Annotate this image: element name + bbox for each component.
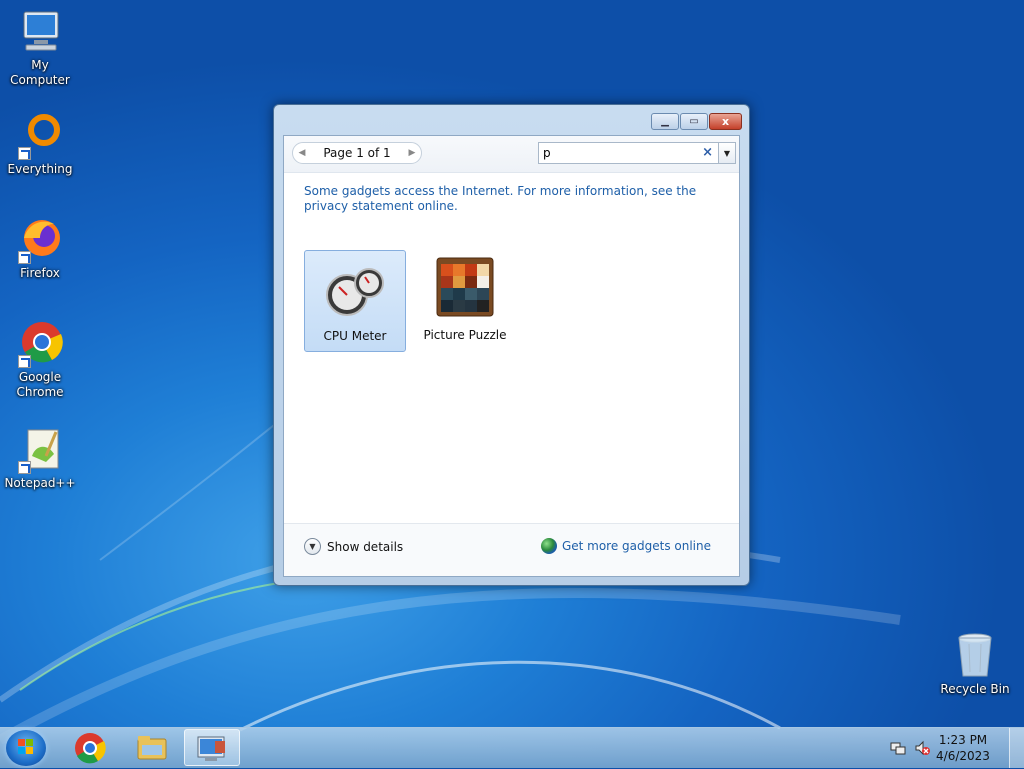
cpu-meter-icon: [323, 257, 387, 321]
desktop-icon-everything[interactable]: Everything: [0, 112, 80, 177]
desktop-icon-label: Google Chrome: [16, 370, 64, 399]
desktop-icon-firefox[interactable]: Firefox: [0, 216, 80, 281]
globe-icon: [540, 538, 557, 554]
clock-time: 1:23 PM: [938, 733, 988, 747]
minimize-button[interactable]: ▁: [651, 113, 679, 130]
clock-date: 4/6/2023: [936, 749, 990, 763]
folder-icon: [137, 735, 167, 759]
system-tray: 1:23 PM 4/6/2023: [884, 728, 1024, 768]
gadget-tile-cpu-meter[interactable]: CPU Meter: [304, 250, 406, 352]
chevron-left-icon: ◀: [298, 148, 306, 158]
show-desktop-button[interactable]: [1009, 728, 1024, 768]
network-icon[interactable]: [890, 740, 906, 759]
page-navigator: ◀ Page 1 of 1 ▶: [292, 142, 422, 164]
computer-icon: [16, 8, 64, 56]
gadget-name: CPU Meter: [323, 329, 387, 343]
privacy-info-link[interactable]: Some gadgets access the Internet. For mo…: [304, 184, 724, 214]
desktop-icon-notepad-plus-plus[interactable]: Notepad++: [0, 426, 80, 491]
desktop-icon-google-chrome[interactable]: Google Chrome: [0, 320, 80, 400]
desktop-icon-label: Everything: [7, 162, 73, 176]
firefox-icon: [16, 216, 64, 264]
search-dropdown-button[interactable]: ▼: [718, 143, 735, 163]
desktop-icon-label: My Computer: [10, 58, 70, 87]
gallery-client-area: ◀ Page 1 of 1 ▶ × ▼ Some gadgets access …: [283, 135, 740, 577]
desktop-icon-my-computer[interactable]: My Computer: [0, 8, 80, 88]
desktop-icon-label: Recycle Bin: [940, 682, 1010, 696]
recycle-bin-icon: [951, 632, 999, 680]
maximize-icon: ▭: [689, 116, 699, 127]
taskbar-clock[interactable]: 1:23 PM 4/6/2023: [928, 732, 998, 764]
shortcut-arrow-icon: [18, 355, 31, 368]
maximize-button[interactable]: ▭: [680, 113, 708, 130]
get-more-gadgets-link[interactable]: Get more gadgets online: [540, 538, 711, 554]
next-page-button[interactable]: ▶: [403, 144, 421, 162]
close-button[interactable]: x: [709, 113, 742, 130]
chrome-icon: [75, 732, 106, 763]
minimize-icon: ▁: [661, 116, 669, 127]
gallery-footer: ▼ Show details Get more gadgets online: [284, 523, 739, 576]
taskbar: 1:23 PM 4/6/2023: [0, 727, 1024, 768]
show-details-toggle[interactable]: ▼ Show details: [304, 538, 403, 555]
everything-icon: [16, 112, 64, 160]
window-caption-buttons: ▁ ▭ x: [651, 113, 742, 130]
desktop-icon-label: Notepad++: [4, 476, 76, 490]
desktop-icon-label: Firefox: [20, 266, 60, 280]
shortcut-arrow-icon: [18, 461, 31, 474]
shortcut-arrow-icon: [18, 251, 31, 264]
picture-puzzle-icon: [433, 256, 497, 320]
gadget-gallery-window: ▁ ▭ x ◀ Page 1 of 1 ▶ × ▼ Some gadgets a…: [273, 104, 750, 586]
gadget-name: Picture Puzzle: [423, 328, 507, 342]
previous-page-button[interactable]: ◀: [293, 144, 311, 162]
desktop-icon-recycle-bin[interactable]: Recycle Bin: [935, 632, 1015, 697]
taskbar-chrome-button[interactable]: [62, 729, 118, 766]
close-icon: x: [721, 115, 730, 128]
gallery-toolbar: ◀ Page 1 of 1 ▶ × ▼: [284, 136, 739, 173]
start-button[interactable]: [6, 730, 46, 766]
chevron-right-icon: ▶: [408, 148, 416, 158]
search-box: × ▼: [538, 142, 736, 164]
shortcut-arrow-icon: [18, 147, 31, 160]
taskbar-explorer-button[interactable]: [124, 729, 180, 766]
clear-search-icon[interactable]: ×: [702, 145, 713, 160]
page-indicator: Page 1 of 1: [323, 146, 391, 160]
taskbar-gadgets-button[interactable]: [184, 729, 240, 766]
search-input[interactable]: [543, 145, 693, 161]
gadgets-window-icon: [197, 736, 225, 761]
gadget-tile-picture-puzzle[interactable]: Picture Puzzle: [414, 250, 516, 352]
notepad-plus-plus-icon: [16, 426, 64, 474]
windows-logo-icon: [18, 739, 33, 754]
get-more-gadgets-label: Get more gadgets online: [561, 539, 711, 553]
chevron-down-icon: ▼: [723, 148, 731, 158]
chevron-down-icon: ▼: [304, 538, 321, 555]
show-details-label: Show details: [327, 539, 404, 554]
chrome-icon: [16, 320, 64, 368]
